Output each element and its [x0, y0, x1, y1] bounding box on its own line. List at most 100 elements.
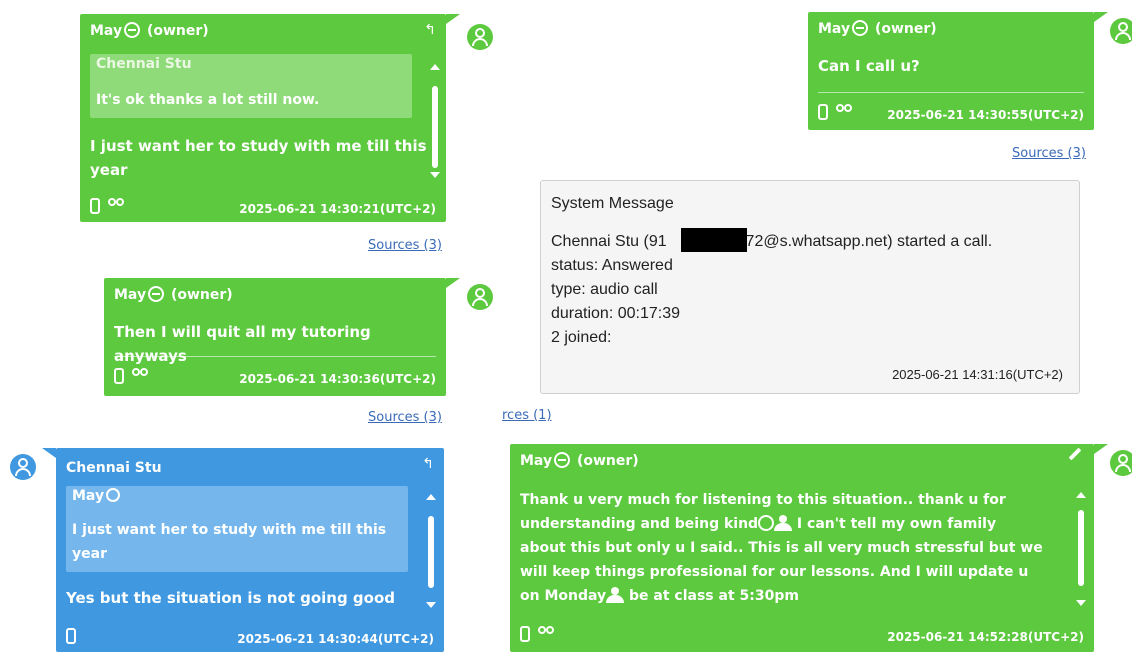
sender-role: (owner)	[146, 23, 209, 39]
message-footer-icons	[90, 198, 126, 214]
owner-avatar-icon	[467, 24, 493, 50]
contacts-icon	[836, 104, 854, 120]
call-duration: duration: 00:17:39	[551, 305, 680, 322]
bubble-tail	[446, 278, 460, 288]
quoted-line: year	[72, 546, 107, 562]
message-line: about this but only u I said.. This is a…	[520, 540, 1043, 556]
message-line: Thank u very much for listening to this …	[520, 492, 1006, 508]
sender-header: May (owner)	[520, 452, 639, 469]
contacts-icon	[538, 626, 556, 642]
scroll-up-icon[interactable]	[426, 494, 436, 500]
call-status: status: Answered	[551, 257, 673, 274]
message-line: I just want her to study with me till th…	[90, 137, 427, 155]
smiley-emoji-icon	[554, 452, 571, 468]
scrollbar-thumb[interactable]	[1078, 510, 1084, 586]
scrollbar-thumb[interactable]	[428, 516, 434, 588]
redaction-block	[681, 228, 747, 252]
message-bubble-owner[interactable]: May (owner) Can I call u? 2025-06-21 14:…	[808, 12, 1094, 130]
scrollbar-thumb[interactable]	[432, 86, 438, 168]
message-timestamp: 2025-06-21 14:30:55(UTC+2)	[887, 108, 1084, 122]
quoted-message[interactable]: Chennai Stu It's ok thanks a lot still n…	[90, 54, 412, 118]
reply-icon[interactable]: ↰	[422, 456, 434, 472]
message-bubble-owner[interactable]: May (owner) Thank u very much for listen…	[510, 444, 1094, 652]
reply-icon[interactable]: ↰	[424, 22, 436, 38]
sender-name: Chennai Stu	[66, 460, 162, 476]
system-message-title: System Message	[551, 195, 674, 212]
message-text: I just want her to study with me till th…	[90, 134, 427, 182]
quoted-text: I just want her to study with me till th…	[72, 518, 386, 566]
sender-name: May	[520, 453, 553, 469]
smiley-emoji-icon	[124, 22, 141, 38]
scroll-up-icon[interactable]	[430, 64, 440, 70]
bubble-tail	[42, 448, 56, 458]
system-message-card[interactable]: System Message Chennai Stu (91 372@s.what…	[540, 180, 1080, 394]
owner-avatar-icon	[1110, 450, 1132, 476]
message-line: on Monday be at class at 5:30pm	[520, 587, 799, 604]
message-timestamp: 2025-06-21 14:30:44(UTC+2)	[237, 632, 434, 646]
phone-icon	[818, 104, 828, 120]
quoted-sender: May	[72, 488, 121, 504]
message-timestamp: 2025-06-21 14:52:28(UTC+2)	[887, 630, 1084, 644]
scroll-down-icon[interactable]	[430, 172, 440, 178]
contacts-icon	[132, 368, 150, 384]
smiley-emoji-icon	[758, 515, 775, 531]
phone-icon	[520, 626, 530, 642]
message-footer-icons	[66, 628, 76, 644]
message-text: Then I will quit all my tutoring anyways	[114, 323, 371, 365]
sources-link[interactable]: Sources (3)	[368, 238, 442, 253]
quoted-line: I just want her to study with me till th…	[72, 522, 387, 538]
message-text: Yes but the situation is not going good	[66, 589, 395, 607]
pray-emoji-icon	[774, 515, 793, 531]
message-footer-icons	[520, 626, 556, 642]
sender-name: May	[114, 287, 147, 303]
sender-name: May	[90, 23, 123, 39]
message-timestamp: 2025-06-21 14:30:21(UTC+2)	[239, 202, 436, 216]
bubble-tail	[446, 14, 460, 24]
bubble-tail	[1094, 444, 1108, 454]
system-message-timestamp: 2025-06-21 14:31:16(UTC+2)	[892, 367, 1063, 382]
sender-header: May (owner)	[114, 286, 233, 303]
message-line: understanding and being kind I can't tel…	[520, 515, 997, 532]
owner-avatar-icon	[467, 284, 493, 310]
sender-header: May (owner)	[90, 22, 209, 39]
sender-role: (owner)	[874, 21, 937, 37]
bubble-tail	[1094, 12, 1108, 22]
smiley-emoji-icon	[852, 20, 869, 36]
owner-avatar-icon	[1110, 18, 1132, 44]
sender-role: (owner)	[576, 453, 639, 469]
message-timestamp: 2025-06-21 14:30:36(UTC+2)	[239, 372, 436, 386]
pray-emoji-icon	[606, 587, 625, 603]
sources-link[interactable]: Sources (3)	[1012, 146, 1086, 161]
message-footer-icons	[114, 368, 150, 384]
message-bubble-owner[interactable]: May (owner) ↰ Chennai Stu It's ok thanks…	[80, 14, 446, 222]
phone-icon	[90, 198, 100, 214]
message-bubble-contact[interactable]: Chennai Stu ↰ May I just want her to stu…	[56, 448, 444, 652]
message-line: will keep things professional for our le…	[520, 564, 1029, 580]
edit-pencil-icon[interactable]	[1068, 447, 1082, 461]
message-footer-icons	[818, 104, 854, 120]
quoted-sender: Chennai Stu	[96, 56, 192, 72]
sender-header: May (owner)	[818, 20, 937, 37]
contacts-icon	[108, 198, 126, 214]
smiley-emoji-icon	[106, 488, 121, 502]
scroll-up-icon[interactable]	[1076, 492, 1086, 498]
quoted-message[interactable]: May I just want her to study with me til…	[66, 486, 408, 572]
message-bubble-owner[interactable]: May (owner) Then I will quit all my tuto…	[104, 278, 446, 396]
call-info-line: Chennai Stu (91 372@s.whatsapp.net) start…	[551, 233, 993, 250]
smiley-emoji-icon	[148, 286, 165, 302]
contact-avatar-icon	[10, 454, 36, 480]
call-joined: 2 joined:	[551, 329, 612, 346]
sender-name: May	[818, 21, 851, 37]
divider	[114, 356, 436, 357]
sources-link[interactable]: rces (1)	[502, 408, 552, 423]
scroll-down-icon[interactable]	[1076, 600, 1086, 606]
message-text: Thank u very much for listening to this …	[520, 488, 1043, 608]
message-line: year	[90, 161, 128, 179]
phone-icon	[66, 628, 76, 644]
phone-icon	[114, 368, 124, 384]
divider	[818, 92, 1084, 93]
quoted-text: It's ok thanks a lot still now.	[96, 92, 320, 108]
scroll-down-icon[interactable]	[426, 602, 436, 608]
message-text: Can I call u?	[818, 57, 920, 75]
sources-link[interactable]: Sources (3)	[368, 410, 442, 425]
